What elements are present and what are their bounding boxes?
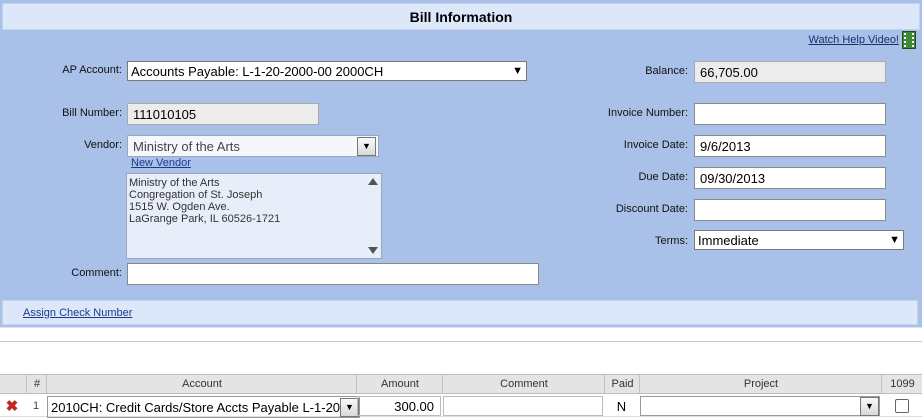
ap-account-select[interactable]: Accounts Payable: L-1-20-2000-00 2000CH … [127, 61, 527, 81]
column-header-comment: Comment [442, 375, 605, 394]
address-line: Congregation of St. Joseph [129, 189, 263, 201]
row-number: 1 [32, 400, 40, 412]
balance-field: 66,705.00 [694, 61, 886, 83]
vendor-address-box[interactable]: Ministry of the Arts Congregation of St.… [126, 173, 382, 259]
table-row: ✖ 1 2010CH: Credit Cards/Store Accts Pay… [0, 395, 922, 418]
section-divider [0, 341, 922, 342]
column-header-account: Account [46, 375, 357, 394]
invoice-number-label: Invoice Number: [607, 107, 688, 119]
comment-label: Comment: [71, 267, 122, 279]
row-project-select[interactable]: ▼ [640, 396, 880, 416]
terms-label: Terms: [655, 235, 688, 247]
row-account-select[interactable]: 2010CH: Credit Cards/Store Accts Payable… [47, 396, 360, 418]
discount-date-field[interactable] [694, 199, 886, 221]
row-account-value: 2010CH: Credit Cards/Store Accts Payable… [51, 399, 340, 415]
new-vendor-link[interactable]: New Vendor [131, 157, 191, 169]
column-header-amount: Amount [356, 375, 443, 394]
vendor-combobox[interactable]: Ministry of the Arts ▼ [127, 135, 379, 157]
vendor-label: Vendor: [84, 139, 122, 151]
1099-checkbox[interactable] [894, 399, 909, 413]
bill-number-field[interactable]: 111010105 [127, 103, 319, 125]
panel-title: Bill Information [2, 3, 920, 30]
address-line: 1515 W. Ogden Ave. [129, 201, 230, 213]
due-date-label: Due Date: [638, 171, 688, 183]
delete-row-button[interactable]: ✖ [0, 395, 24, 417]
chevron-down-icon[interactable]: ▼ [860, 396, 879, 416]
delete-x-icon[interactable]: ✖ [6, 397, 19, 415]
chevron-down-icon: ▼ [512, 65, 523, 77]
row-amount-field[interactable]: 300.00 [357, 396, 441, 416]
address-scrollbar[interactable] [364, 174, 381, 258]
grid-header: # Account Amount Comment Paid Project 10… [0, 374, 922, 394]
chevron-down-icon[interactable]: ▼ [357, 136, 376, 156]
row-1099-checkbox-cell[interactable] [881, 395, 922, 417]
address-line: LaGrange Park, IL 60526-1721 [129, 213, 281, 225]
row-comment-field[interactable] [443, 396, 603, 416]
column-header-paid: Paid [604, 375, 640, 394]
invoice-date-field[interactable]: 9/6/2013 [694, 135, 886, 157]
balance-label: Balance: [645, 65, 688, 77]
ap-account-value: Accounts Payable: L-1-20-2000-00 2000CH [131, 63, 384, 79]
column-header-number: # [26, 375, 47, 394]
address-line: Ministry of the Arts [129, 177, 220, 189]
film-icon[interactable] [902, 31, 916, 49]
ap-account-label: AP Account: [62, 64, 122, 76]
watch-help-video-link[interactable]: Watch Help Video! [809, 34, 900, 46]
bill-number-label: Bill Number: [62, 107, 122, 119]
chevron-down-icon: ▼ [889, 234, 900, 246]
vendor-value: Ministry of the Arts [133, 138, 240, 154]
help-video[interactable]: Watch Help Video! [809, 31, 916, 49]
invoice-date-label: Invoice Date: [623, 139, 688, 151]
scroll-up-icon[interactable] [367, 178, 378, 185]
invoice-number-field[interactable] [694, 103, 886, 125]
due-date-field[interactable]: 09/30/2013 [694, 167, 886, 189]
discount-date-label: Discount Date: [615, 203, 688, 215]
terms-value: Immediate [698, 232, 759, 248]
column-header-1099: 1099 [881, 375, 922, 394]
assign-check-bar: Assign Check Number [2, 300, 918, 325]
assign-check-number-link[interactable]: Assign Check Number [23, 307, 132, 319]
terms-select[interactable]: Immediate ▼ [694, 230, 904, 250]
row-paid-value: N [616, 398, 627, 414]
column-header-project: Project [639, 375, 882, 394]
comment-field[interactable] [127, 263, 539, 285]
scroll-down-icon[interactable] [367, 247, 378, 254]
